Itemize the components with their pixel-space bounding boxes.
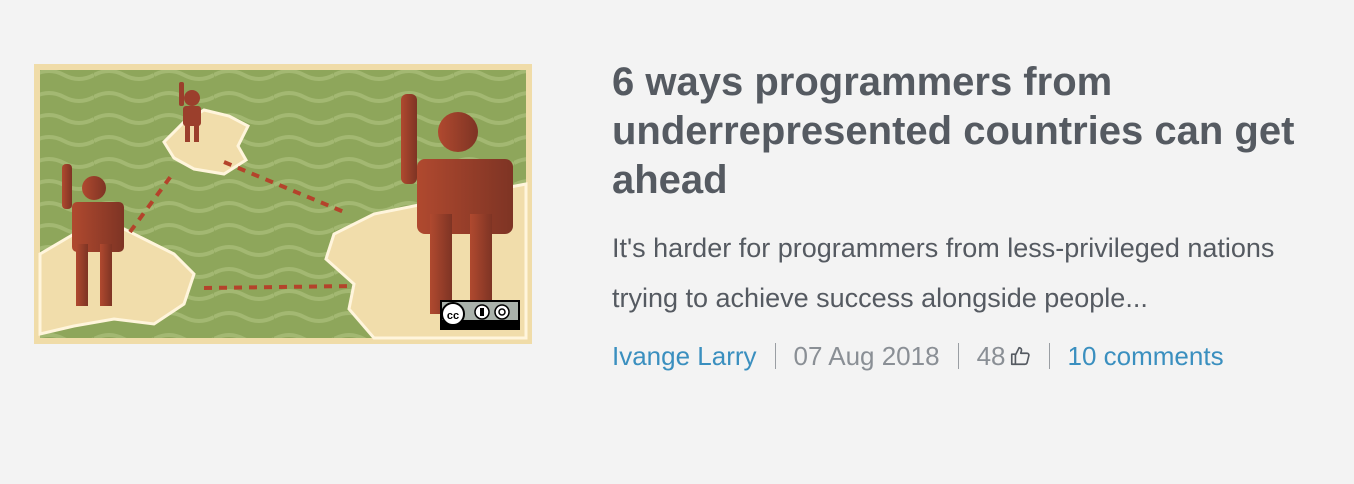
meta-divider bbox=[957, 343, 959, 369]
article-meta: Ivange Larry 07 Aug 2018 48 10 comments bbox=[612, 341, 1332, 371]
like-count: 48 bbox=[976, 341, 1006, 371]
meta-divider bbox=[774, 343, 776, 369]
article-thumbnail[interactable]: cc bbox=[34, 64, 532, 344]
like-button[interactable]: 48 bbox=[977, 341, 1031, 371]
article-card: cc 6 ways programmers from underrepresen… bbox=[0, 0, 1354, 484]
svg-text:cc: cc bbox=[447, 310, 459, 322]
article-text: 6 ways programmers from underrepresented… bbox=[612, 58, 1332, 371]
article-title[interactable]: 6 ways programmers from underrepresented… bbox=[612, 58, 1332, 205]
comments-link[interactable]: 10 comments bbox=[1068, 341, 1224, 371]
article-teaser: It's harder for programmers from less-pr… bbox=[612, 233, 1275, 313]
cc-by-sa-badge: cc bbox=[440, 300, 520, 330]
publish-date: 07 Aug 2018 bbox=[793, 341, 940, 371]
map-figures-illustration: cc bbox=[34, 64, 532, 344]
thumbs-up-icon bbox=[1010, 346, 1030, 366]
author-link[interactable]: Ivange Larry bbox=[612, 341, 757, 371]
meta-divider bbox=[1048, 343, 1050, 369]
